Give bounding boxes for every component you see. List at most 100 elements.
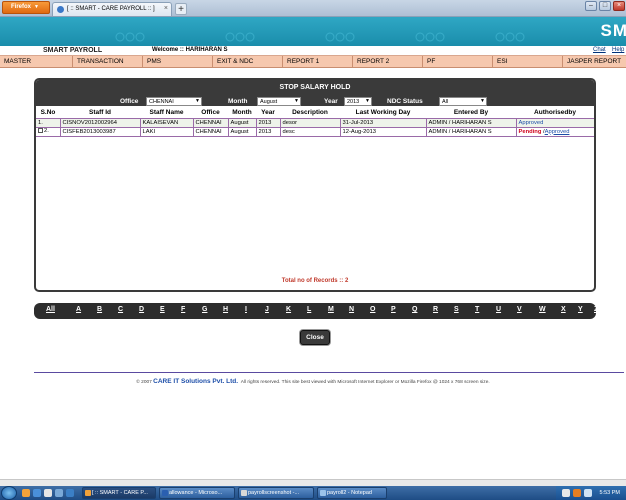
copyright-text: © 2007 xyxy=(136,380,152,385)
chat-link[interactable]: Chat xyxy=(593,47,606,53)
cell-entered-by: ADMIN / HARIHARAN S xyxy=(426,127,517,137)
quicklaunch-explorer-icon[interactable] xyxy=(55,489,63,497)
letter-filter-h[interactable]: H xyxy=(223,306,228,313)
firefox-menu-button[interactable]: Firefox ▼ xyxy=(2,1,50,14)
chevron-down-icon: ▼ xyxy=(480,98,485,104)
office-select-value: CHENNAI xyxy=(149,99,174,105)
menu-esi[interactable]: ESI xyxy=(493,56,563,68)
taskbar-button-label: payrollscreenshot -... xyxy=(248,490,300,496)
letter-filter-b[interactable]: B xyxy=(97,306,102,313)
firefox-icon xyxy=(85,490,91,496)
letter-filter-p[interactable]: P xyxy=(391,306,396,313)
close-button[interactable]: Close xyxy=(300,330,330,345)
quicklaunch-desktop-icon[interactable] xyxy=(44,489,52,497)
column-header: Authorisedby xyxy=(516,108,594,119)
letter-filter-n[interactable]: N xyxy=(349,306,354,313)
tray-volume-icon[interactable] xyxy=(584,489,592,497)
row-checkbox[interactable] xyxy=(38,128,43,134)
quicklaunch-firefox-icon[interactable] xyxy=(22,489,30,497)
taskbar-button-paint[interactable]: payrollscreenshot -... xyxy=(238,487,314,499)
ndc-status-select[interactable]: All ▼ xyxy=(439,97,487,106)
tray-app-icon[interactable] xyxy=(573,489,581,497)
letter-filter-i[interactable]: I xyxy=(245,306,247,313)
menu-master[interactable]: MASTER xyxy=(0,56,73,68)
table-row[interactable]: 1. CISNOV2012002964 KALAISEVAN CHENNAI A… xyxy=(36,118,594,128)
letter-filter-e[interactable]: E xyxy=(160,306,165,313)
letter-filter-d[interactable]: D xyxy=(139,306,144,313)
year-select[interactable]: 2013 ▼ xyxy=(344,97,372,106)
letter-filter-v[interactable]: V xyxy=(517,306,522,313)
help-link[interactable]: Help xyxy=(612,47,624,53)
menu-report-1[interactable]: REPORT 1 xyxy=(283,56,353,68)
column-header: Staff Name xyxy=(140,108,193,119)
maximize-icon[interactable]: □ xyxy=(599,1,611,11)
cell-description: desor xyxy=(280,118,341,128)
menu-pms[interactable]: PMS xyxy=(143,56,213,68)
cell-staff-name: KALAISEVAN xyxy=(140,118,194,128)
letter-filter-r[interactable]: R xyxy=(433,306,438,313)
column-header: S.No xyxy=(36,108,60,119)
letter-filter-o[interactable]: O xyxy=(370,306,375,313)
letter-filter-all[interactable]: All xyxy=(46,306,55,313)
office-label: Office xyxy=(120,98,139,105)
cell-last-working-day: 31-Jul-2013 xyxy=(340,118,427,128)
cell-last-working-day: 12-Aug-2013 xyxy=(340,127,427,137)
letter-filter-q[interactable]: Q xyxy=(412,306,417,313)
letter-filter-u[interactable]: U xyxy=(496,306,501,313)
system-clock: 5:53 PM xyxy=(599,490,620,496)
letter-filter-j[interactable]: J xyxy=(265,306,269,313)
letter-filter-x[interactable]: X xyxy=(561,306,566,313)
menu-exit-ndc[interactable]: EXIT & NDC xyxy=(213,56,283,68)
table-row[interactable]: 2. CISFEB2013003987 LAKI CHENNAI August … xyxy=(36,127,594,137)
cell-office: CHENNAI xyxy=(193,127,229,137)
cell-office: CHENNAI xyxy=(193,118,229,128)
letter-filter-a[interactable]: A xyxy=(76,306,81,313)
letter-filter-z[interactable]: Z xyxy=(594,306,598,313)
footer-divider xyxy=(34,372,624,373)
letter-filter-s[interactable]: S xyxy=(454,306,459,313)
letter-filter-t[interactable]: T xyxy=(475,306,479,313)
column-header: Entered By xyxy=(426,108,516,119)
taskbar-button-word[interactable]: allowance - Microso... xyxy=(159,487,235,499)
approve-link[interactable]: Approved xyxy=(545,129,570,135)
letter-filter-g[interactable]: G xyxy=(202,306,207,313)
tray-network-icon[interactable] xyxy=(562,489,570,497)
letter-filter-l[interactable]: L xyxy=(307,306,311,313)
taskbar-button-notepad[interactable]: payroll2 - Notepad xyxy=(317,487,387,499)
column-header: Month xyxy=(228,108,256,119)
column-header: Staff Id xyxy=(60,108,140,119)
menu-pf[interactable]: PF xyxy=(423,56,493,68)
menu-report-2[interactable]: REPORT 2 xyxy=(353,56,423,68)
menu-jasper-report[interactable]: JASPER REPORT xyxy=(563,56,626,68)
firefox-menu-label: Firefox xyxy=(11,4,32,10)
letter-filter-c[interactable]: C xyxy=(118,306,123,313)
month-select[interactable]: August ▼ xyxy=(257,97,301,106)
letter-filter-f[interactable]: F xyxy=(181,306,185,313)
year-select-value: 2013 xyxy=(347,99,360,105)
panel-header: STOP SALARY HOLD Office CHENNAI ▼ Month A… xyxy=(36,80,594,106)
cell-staff-id: CISNOV2012002964 xyxy=(60,118,141,128)
office-select[interactable]: CHENNAI ▼ xyxy=(146,97,202,106)
start-button-icon[interactable] xyxy=(1,486,17,500)
app-name: SMART PAYROLL xyxy=(43,47,103,54)
cell-entered-by: ADMIN / HARIHARAN S xyxy=(426,118,517,128)
main-menu-bar: MASTER TRANSACTION PMS EXIT & NDC REPORT… xyxy=(0,56,626,68)
letter-filter-k[interactable]: K xyxy=(286,306,291,313)
new-tab-button[interactable]: + xyxy=(175,3,187,15)
quicklaunch-ie-icon[interactable] xyxy=(33,489,41,497)
company-name: CARE IT Solutions Pvt. Ltd. xyxy=(153,378,239,385)
horizontal-scrollbar[interactable] xyxy=(0,479,626,486)
menu-transaction[interactable]: TRANSACTION xyxy=(73,56,143,68)
tab-close-icon[interactable]: × xyxy=(164,5,168,12)
salary-hold-table: S.No Staff Id Staff Name Office Month Ye… xyxy=(36,108,594,137)
browser-title-bar: Firefox ▼ [ :: SMART - CARE PAYROLL :: ] … xyxy=(0,0,626,17)
minimize-icon[interactable]: – xyxy=(585,1,597,11)
close-window-icon[interactable]: × xyxy=(613,1,625,11)
letter-filter-m[interactable]: M xyxy=(328,306,334,313)
browser-tab[interactable]: [ :: SMART - CARE PAYROLL :: ] × xyxy=(52,2,172,16)
letter-filter-y[interactable]: Y xyxy=(578,306,583,313)
taskbar-button-firefox[interactable]: [ :: SMART - CARE P... xyxy=(82,487,156,499)
letter-filter-w[interactable]: W xyxy=(539,306,546,313)
column-header: Office xyxy=(193,108,228,119)
quicklaunch-media-icon[interactable] xyxy=(66,489,74,497)
